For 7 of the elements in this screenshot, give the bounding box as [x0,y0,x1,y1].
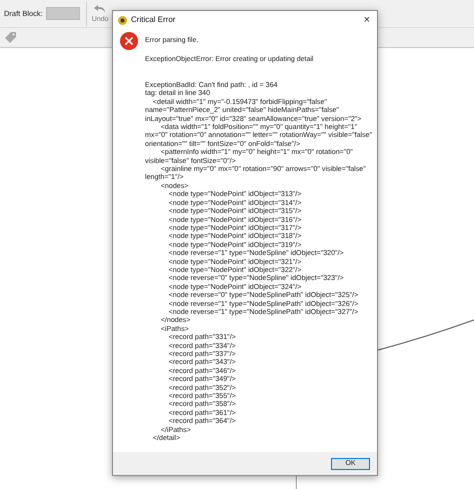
error-icon [120,32,138,50]
app-icon [118,16,127,24]
close-button[interactable]: × [362,14,372,26]
undo-icon [94,4,106,14]
tag-icon[interactable] [5,32,16,43]
draft-block-combobox[interactable] [46,7,80,20]
dialog-title: Critical Error [131,14,176,26]
